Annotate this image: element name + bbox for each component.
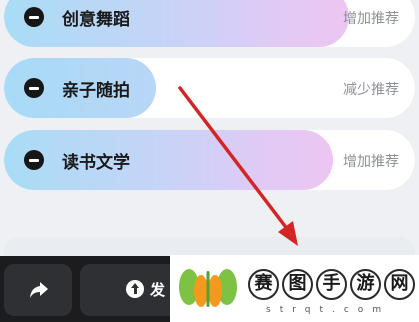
watermark-char: 赛 bbox=[248, 269, 279, 300]
upload-circle-icon bbox=[126, 280, 144, 298]
interest-title: 亲子随拍 bbox=[62, 81, 130, 101]
screen: 创意舞蹈 增加推荐 亲子随拍 减少推荐 读书文学 增加推荐 发 赛 图 手 游 … bbox=[0, 0, 419, 322]
share-arrow-icon bbox=[30, 282, 48, 298]
watermark: 赛图手游网 strqt.com bbox=[170, 255, 419, 322]
minus-circle-icon[interactable] bbox=[24, 150, 44, 170]
watermark-char: 图 bbox=[282, 269, 313, 300]
list-item: 亲子随拍 减少推荐 bbox=[4, 58, 415, 118]
list-item: 创意舞蹈 增加推荐 bbox=[4, 0, 415, 47]
interest-title: 创意舞蹈 bbox=[62, 10, 130, 30]
minus-circle-icon[interactable] bbox=[24, 78, 44, 98]
butterfly-logo-icon bbox=[179, 269, 237, 307]
increase-recommend-button[interactable]: 增加推荐 bbox=[343, 8, 399, 28]
watermark-url: strqt.com bbox=[266, 305, 391, 315]
watermark-char: 网 bbox=[384, 269, 415, 300]
watermark-char: 游 bbox=[350, 269, 381, 300]
increase-recommend-button[interactable]: 增加推荐 bbox=[343, 151, 399, 171]
minus-circle-icon[interactable] bbox=[24, 7, 44, 27]
share-button[interactable] bbox=[4, 264, 72, 316]
post-button-label: 发 bbox=[150, 281, 166, 299]
list-item: 读书文学 增加推荐 bbox=[4, 130, 415, 190]
interest-pill bbox=[4, 130, 333, 190]
watermark-text: 赛图手游网 bbox=[248, 269, 418, 300]
decrease-recommend-button[interactable]: 减少推荐 bbox=[343, 79, 399, 99]
watermark-char: 手 bbox=[316, 269, 347, 300]
interest-title: 读书文学 bbox=[62, 153, 130, 173]
interest-pill bbox=[4, 0, 349, 47]
